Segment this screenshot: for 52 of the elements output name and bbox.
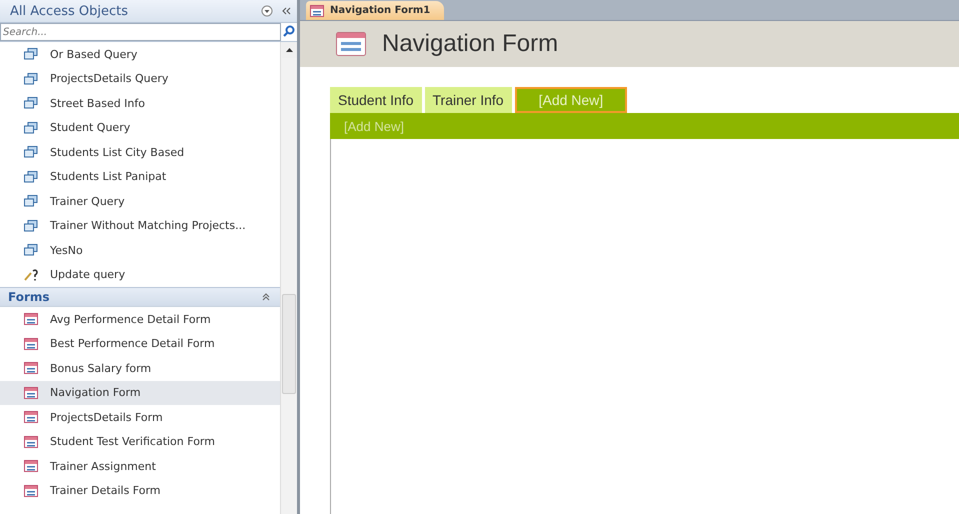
form-icon	[24, 386, 38, 399]
nav-item[interactable]: Trainer Assignment	[0, 454, 280, 478]
up-arrow-icon	[286, 48, 292, 52]
scrollbar-thumb[interactable]	[282, 294, 296, 394]
dropdown-button[interactable]	[261, 5, 273, 17]
nav-item[interactable]: Trainer Query	[0, 189, 280, 214]
nav-item[interactable]: Avg Performence Detail Form	[0, 307, 280, 332]
search-icon[interactable]	[281, 25, 297, 39]
pane-title: All Access Objects	[10, 4, 128, 18]
nav-item[interactable]: Bonus Salary form	[0, 356, 280, 380]
double-chevron-icon	[281, 6, 291, 16]
nav-item[interactable]: Student Query	[0, 116, 280, 140]
document-tab[interactable]: Navigation Form1	[306, 1, 444, 20]
nav-item[interactable]: Best Performence Detail Form	[0, 332, 280, 356]
nav-item[interactable]: Students List City Based	[0, 140, 280, 164]
nav-item[interactable]: Street Based Info	[0, 91, 280, 116]
nav-item[interactable]: YesNo	[0, 238, 280, 262]
nav-item[interactable]: Trainer Without Matching Projects...	[0, 214, 280, 238]
form-title: Navigation Form	[382, 30, 558, 58]
nav-item[interactable]: Trainer Details Form	[0, 478, 280, 503]
pencil-icon	[24, 268, 38, 281]
navigation-tab[interactable]: Trainer Info	[424, 87, 512, 113]
form-icon	[24, 484, 38, 497]
query-icon	[24, 97, 38, 110]
form-icon	[24, 362, 38, 374]
nav-item[interactable]: ProjectsDetails Query	[0, 66, 280, 91]
form-icon	[310, 4, 324, 16]
query-icon	[24, 146, 38, 158]
form-icon	[24, 338, 38, 350]
form-icon	[24, 460, 38, 472]
group-header[interactable]: Forms	[0, 287, 280, 307]
nav-item[interactable]: Student Test Verification Form	[0, 430, 280, 454]
form-icon	[24, 313, 38, 326]
query-icon	[24, 122, 38, 134]
form-icon	[24, 436, 38, 448]
query-icon	[24, 170, 38, 183]
query-icon	[24, 220, 38, 232]
form-icon	[24, 411, 38, 424]
query-icon	[24, 195, 38, 208]
dropdown-icon	[261, 5, 273, 17]
nav-item[interactable]: Or Based Query	[0, 42, 280, 66]
search-field[interactable]: Search...	[0, 23, 281, 41]
nav-item[interactable]: Navigation Form	[0, 380, 280, 405]
nav-item[interactable]: Students List Panipat	[0, 164, 280, 189]
form-icon	[336, 32, 366, 56]
nav-item[interactable]: Update query	[0, 262, 280, 287]
collapse-pane-button[interactable]	[281, 6, 291, 16]
query-icon	[24, 72, 38, 85]
navigation-tab[interactable]: Student Info	[330, 87, 422, 113]
nav-item[interactable]: ProjectsDetails Form	[0, 405, 280, 430]
query-icon	[24, 48, 38, 60]
query-icon	[24, 244, 38, 256]
